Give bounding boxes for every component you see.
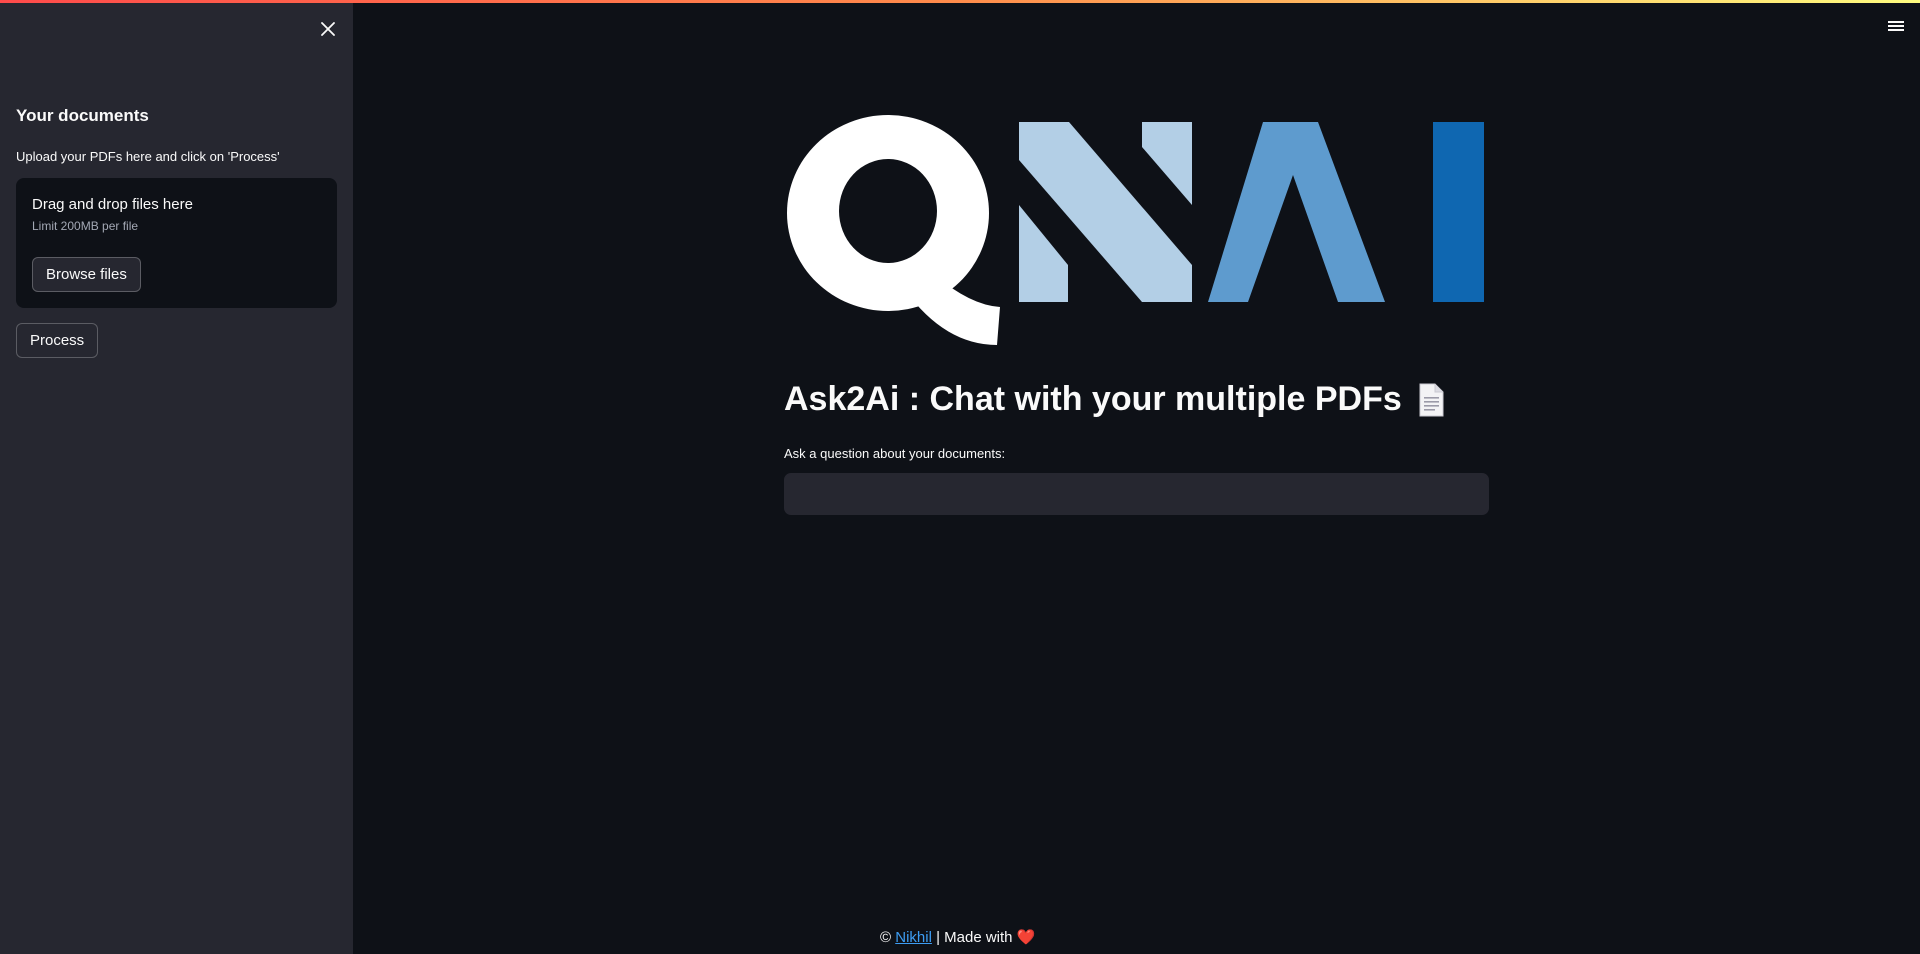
upload-label: Upload your PDFs here and click on 'Proc… (16, 149, 280, 164)
page-title-text: Ask2Ai : Chat with your multiple PDFs (784, 380, 1402, 418)
logo-letter-i (1433, 122, 1484, 302)
question-input[interactable] (784, 473, 1489, 515)
browse-files-button[interactable]: Browse files (32, 257, 141, 292)
file-dropzone[interactable]: Drag and drop files here Limit 200MB per… (16, 178, 337, 308)
top-decoration-bar (0, 0, 1920, 3)
dropzone-title: Drag and drop files here (32, 196, 193, 213)
close-sidebar-button[interactable] (315, 16, 341, 42)
page-title: Ask2Ai : Chat with your multiple PDFs (784, 380, 1444, 419)
logo-letter-a (1208, 122, 1385, 302)
sidebar-heading: Your documents (16, 106, 149, 125)
made-with-text: | Made with (936, 929, 1013, 946)
footer: © Nikhil | Made with ❤️ (880, 928, 1035, 946)
logo-letter-q (787, 115, 1000, 345)
dropzone-limit: Limit 200MB per file (32, 219, 139, 233)
qnai-logo (787, 115, 1484, 345)
process-button[interactable]: Process (16, 323, 99, 358)
copyright-symbol: © (880, 929, 892, 946)
document-icon (1419, 383, 1444, 416)
logo-letter-n (1019, 122, 1192, 302)
question-label: Ask a question about your documents: (784, 446, 1006, 461)
close-icon (321, 22, 335, 36)
author-link[interactable]: Nikhil (895, 929, 932, 946)
heart-icon: ❤️ (1016, 929, 1036, 946)
sidebar: Your documents Upload your PDFs here and… (0, 0, 353, 954)
